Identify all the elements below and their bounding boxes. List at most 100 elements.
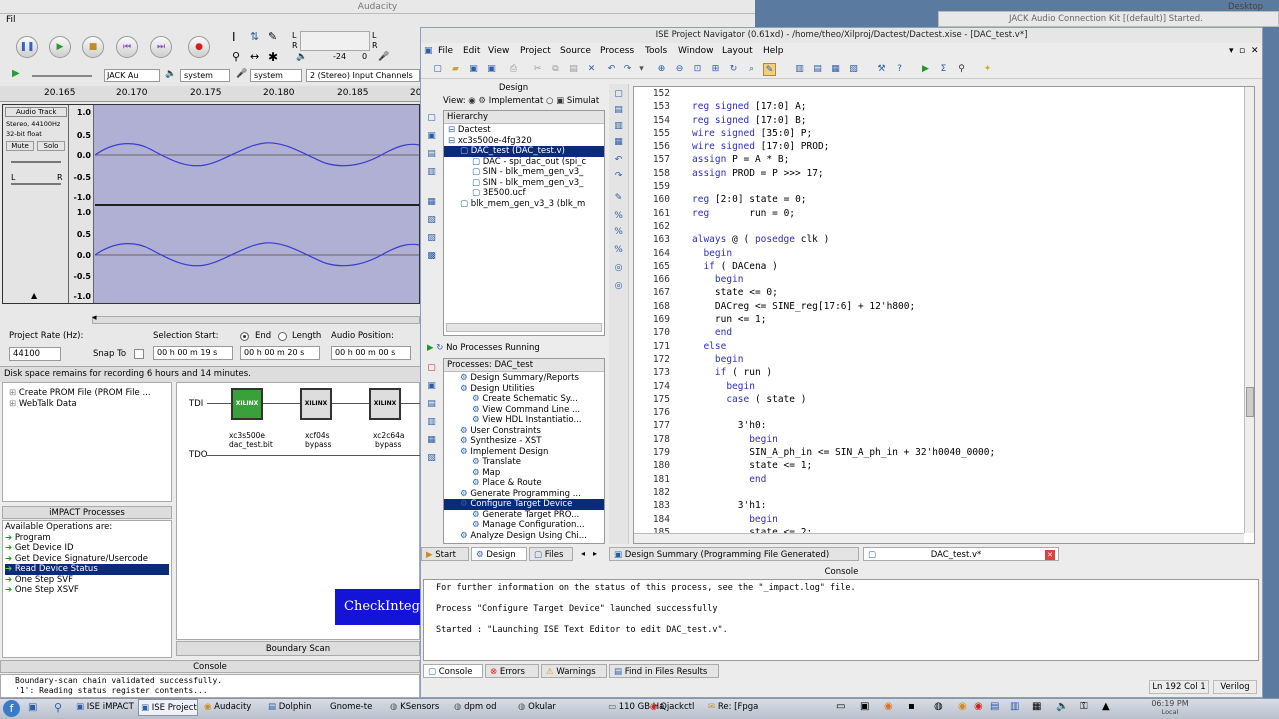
paste-icon[interactable]: ▤ — [567, 63, 580, 76]
menu-edit[interactable]: Edit — [463, 44, 480, 59]
search-icon[interactable]: ⚲ — [54, 701, 62, 714]
tab-dac-test[interactable]: ▢ DAC_test.v* ✕ — [863, 547, 1059, 561]
open-file-icon[interactable]: ▦ — [425, 196, 438, 209]
tree-item-webtalk[interactable]: ⊞ WebTalk Data — [9, 399, 77, 410]
gain-slider[interactable] — [11, 161, 61, 163]
tab-files[interactable]: ▢ Files — [529, 547, 573, 561]
stop-button[interactable]: ■ — [82, 36, 104, 58]
hierarchy-item[interactable]: ▢ DAC - spi_dac_out (spi_c — [444, 157, 604, 168]
refresh-icon[interactable]: ↻ — [727, 63, 740, 76]
menu-process[interactable]: Process — [600, 44, 634, 59]
open-icon[interactable]: ▰ — [449, 63, 462, 76]
task-ise-impact[interactable]: ▣ ISE iMPACT — [74, 699, 134, 716]
restore-icon[interactable]: ▫ — [1239, 44, 1245, 59]
proc-icon[interactable]: ▢ — [425, 362, 438, 375]
tools-icon[interactable]: ⚒ — [875, 63, 888, 76]
boundary-scan-canvas[interactable]: TDI TDO XILINX XILINX XILINX xc3s500e da… — [176, 382, 421, 640]
chip-xc3s500e[interactable]: XILINX — [231, 388, 263, 420]
hierarchy-item[interactable]: ▢ SIN - blk_mem_gen_v3_ — [444, 178, 604, 189]
process-item[interactable]: ⚙ View Command Line ... — [444, 405, 604, 416]
hierarchy-item[interactable]: ▢ 3E500.ucf — [444, 188, 604, 199]
solo-button[interactable]: Solo — [37, 141, 65, 151]
proc-icon[interactable]: ▦ — [425, 434, 438, 447]
task-ksensors[interactable]: ◍ KSensors — [388, 699, 448, 716]
check-integrity-button[interactable]: CheckInteg — [335, 589, 421, 625]
op-get-signature[interactable]: ➔ Get Device Signature/Usercode — [5, 554, 169, 565]
zoom-select-icon[interactable]: ⊞ — [709, 63, 722, 76]
ed-icon[interactable]: ▤ — [612, 104, 625, 117]
select-tool-icon[interactable]: I — [232, 30, 236, 44]
copy-icon[interactable]: ⧉ — [549, 63, 562, 76]
zoom-out-icon[interactable]: ⊖ — [673, 63, 686, 76]
menu-layout[interactable]: Layout — [722, 44, 753, 59]
selection-end-field[interactable]: 00 h 00 m 20 s — [240, 346, 320, 360]
op-read-status[interactable]: ➔ Read Device Status — [5, 564, 169, 575]
process-item[interactable]: ⚙ View HDL Instantiatio... — [444, 415, 604, 426]
proc-icon[interactable]: ▥ — [425, 416, 438, 429]
tray-icon[interactable]: ◉ — [974, 701, 983, 712]
close-icon[interactable]: ✕ — [1251, 44, 1259, 59]
tab-design-summary[interactable]: ▣ Design Summary (Programming File Gener… — [609, 547, 859, 561]
hierarchy-item[interactable]: ▢ blk_mem_gen_v3_3 (blk_m — [444, 199, 604, 210]
menu-file[interactable]: File — [438, 44, 453, 59]
redo-icon[interactable]: ↷ — [621, 63, 634, 76]
firefox-icon[interactable]: ◉ — [884, 701, 893, 712]
process-item[interactable]: ⚙ Synthesize - XST — [444, 436, 604, 447]
process-item[interactable]: ⚙ Generate Target PRO... — [444, 510, 604, 521]
hierarchy-item[interactable]: ▢ DAC_test (DAC_test.v) — [444, 146, 604, 157]
ed-icon[interactable]: ▦ — [612, 136, 625, 149]
op-program[interactable]: ➔ Program — [5, 533, 169, 544]
menu-project[interactable]: Project — [520, 44, 551, 59]
end-radio[interactable] — [240, 332, 249, 341]
clock[interactable]: 06:19 PM Local — [1140, 699, 1200, 718]
proc-icon[interactable]: ▧ — [425, 452, 438, 465]
chip-xc2c64a[interactable]: XILINX — [369, 388, 401, 420]
remove-icon[interactable]: ▤ — [425, 148, 438, 161]
layout-icon[interactable]: ▥ — [793, 63, 806, 76]
volume-tray-icon[interactable]: 🔈 — [1056, 701, 1068, 712]
track-name-button[interactable]: Audio Track — [5, 107, 67, 117]
task-gnome-terminal[interactable]: Gnome-te — [328, 699, 384, 716]
skip-end-button[interactable]: ⏭ — [150, 36, 172, 58]
task-email[interactable]: ✉ Re: [Fpga — [706, 699, 766, 716]
add-copy-icon[interactable]: ▣ — [425, 130, 438, 143]
audio-position-field[interactable]: 00 h 00 m 00 s — [331, 346, 411, 360]
tab-start[interactable]: ▶ Start — [421, 547, 469, 561]
add-source-icon[interactable]: ▢ — [425, 112, 438, 125]
save-icon[interactable]: ▣ — [467, 63, 480, 76]
zoom-fit-icon[interactable]: ⊡ — [691, 63, 704, 76]
process-item[interactable]: ⚙ Generate Programming ... — [444, 489, 604, 500]
editor-vscroll-thumb[interactable] — [1246, 387, 1254, 417]
process-item[interactable]: ⚙ Map — [444, 468, 604, 479]
run-process-icon[interactable]: ▶ — [427, 343, 436, 353]
schematic-icon[interactable]: ▧ — [425, 214, 438, 227]
ed-icon[interactable]: ↷ — [612, 170, 625, 183]
draw-tool-icon[interactable]: ✎ — [268, 30, 277, 43]
code-editor[interactable]: 152 153 reg signed [17:0] A; 154 reg signed … — [633, 86, 1255, 544]
tab-find-results[interactable]: ▤ Find in Files Results — [609, 664, 719, 678]
tip-icon[interactable]: ✦ — [981, 63, 994, 76]
playback-meter[interactable] — [300, 31, 370, 51]
waveform[interactable] — [95, 105, 419, 303]
terminal-icon[interactable]: ▪ — [908, 701, 915, 712]
ed-icon[interactable]: ✎ — [612, 192, 625, 205]
tray-icon[interactable]: ◉ — [958, 701, 967, 712]
new-icon[interactable]: ▢ — [431, 63, 444, 76]
task-dolphin[interactable]: ▤ Dolphin — [266, 699, 326, 716]
desktop-icon[interactable]: ▣ — [28, 702, 37, 713]
delete-icon[interactable]: ✕ — [585, 63, 598, 76]
ed-icon[interactable]: ◎ — [612, 280, 625, 293]
task-ise-project[interactable]: ▣ ISE Project — [138, 699, 198, 716]
zoom-in-icon[interactable]: ⊕ — [655, 63, 668, 76]
timeshift-tool-icon[interactable]: ↔ — [250, 50, 259, 63]
tab-warnings[interactable]: ⚠ Warnings — [541, 664, 607, 678]
tab-errors[interactable]: ⊗ Errors — [485, 664, 539, 678]
minimize-icon[interactable]: ▾ — [1229, 44, 1234, 59]
op-xsvf[interactable]: ➔ One Step XSVF — [5, 585, 169, 596]
telescope-icon[interactable]: ⚲ — [955, 63, 968, 76]
process-item[interactable]: ⚙ Translate — [444, 457, 604, 468]
process-item[interactable]: ⚙ Analyze Design Using Chi... — [444, 531, 604, 542]
tab-close-icon[interactable]: ✕ — [1045, 550, 1055, 560]
pause-button[interactable]: ❚❚ — [16, 36, 38, 58]
scroll-left-icon[interactable]: ◂ — [92, 313, 97, 323]
